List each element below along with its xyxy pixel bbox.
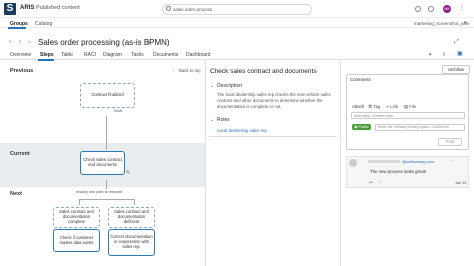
tab-steps[interactable]: Steps (40, 52, 54, 58)
branch-left-line (79, 199, 80, 205)
user-name[interactable]: marketing_screenshot_user (414, 21, 470, 26)
nav-row (0, 18, 474, 28)
step-heading: Check sales contract and documents (210, 68, 317, 75)
gateway-label: exactly one path is relevant (76, 190, 123, 194)
tab-catalog[interactable]: Catalog (35, 21, 52, 27)
pin-icon[interactable]: ✦ (428, 52, 432, 58)
next-step-a[interactable]: Check if customer master data exists (53, 229, 100, 252)
divider (209, 136, 337, 137)
document-icon: ✎ (126, 170, 131, 176)
previous-step-box[interactable]: Contract finalized (80, 83, 135, 108)
current-label: Current (10, 151, 30, 157)
favorite-star-icon[interactable]: ★ (146, 40, 150, 46)
chevron-down-icon[interactable]: ⌄ (210, 83, 214, 89)
unfollow-button[interactable]: Unfollow (442, 65, 470, 74)
globe-icon: ◉ (354, 125, 358, 129)
comments-label: Comments (350, 77, 371, 82)
like-icon[interactable]: ♡ (378, 180, 382, 186)
next-event-b[interactable]: Sales contract and documentation deficie… (108, 207, 155, 228)
notifications-icon[interactable] (428, 6, 434, 12)
chevron-down-icon[interactable]: ⌄ (210, 117, 214, 123)
brand-subtitle: Published content (36, 5, 80, 11)
home-icon[interactable]: ⌂ (28, 39, 31, 45)
link-icon: ∞ (386, 104, 390, 109)
next-step-b[interactable]: Correct documentation in cooperation wit… (108, 229, 155, 256)
current-step-box[interactable]: Check sales contract and documents (80, 151, 125, 175)
tab-dashboard[interactable]: Dashboard (186, 52, 210, 58)
tag-button[interactable]: ⌘ Tag (368, 104, 380, 110)
roles-label[interactable]: Roles (217, 117, 230, 123)
brand-name: ARIS (20, 5, 35, 11)
description-text: The local dealership sales rep checks th… (217, 92, 331, 109)
more-options-icon[interactable]: ⋯ (449, 158, 454, 164)
current-step-label: Check sales contract and documents (83, 157, 122, 167)
comment-text: The new process looks great! (370, 169, 427, 174)
search-icon (166, 6, 171, 11)
commenter-avatar (349, 159, 357, 167)
tab-table[interactable]: Table (61, 52, 73, 58)
comment-date: Jan 19 (455, 181, 467, 185)
comment-author[interactable]: @softwareag.com (402, 159, 434, 164)
tab-overview[interactable]: Overview (10, 52, 31, 58)
expand-icon[interactable]: ⤢ (454, 39, 459, 45)
tab-raci[interactable]: RACI (84, 52, 96, 58)
avatar[interactable]: MB (443, 5, 451, 13)
privacy-placeholder: Enter the relevant privacy option. Confi… (378, 125, 449, 129)
file-icon: ▤ (404, 104, 409, 109)
back-to-top-link[interactable]: Back to top (179, 68, 201, 73)
aris-logo[interactable]: S (4, 3, 16, 15)
redacted-name (368, 160, 400, 163)
reply-icon[interactable]: ↩ (369, 180, 373, 186)
file-label: File (409, 104, 417, 109)
previous-label: Previous (10, 68, 34, 74)
connector-line-2 (106, 180, 107, 189)
attach-label: Attach (352, 104, 365, 109)
help-icon[interactable] (415, 6, 421, 12)
forward-arrow-icon[interactable]: › (19, 39, 21, 45)
description-label[interactable]: Description (217, 83, 242, 89)
share-icon[interactable]: ⇪ (442, 52, 446, 58)
branch-line (79, 199, 135, 200)
chevron-down-icon[interactable]: ▾ (464, 20, 467, 26)
active-nav-indicator (8, 27, 26, 29)
tag-icon: ⌘ (368, 104, 373, 109)
previous-step-label: Contract finalized (91, 92, 124, 98)
connector-line (106, 116, 107, 150)
post-button[interactable]: Post (438, 138, 462, 146)
next-event-a[interactable]: Sales contract and documentation complet… (53, 207, 100, 228)
search-value[interactable]: sales order process (173, 7, 212, 12)
branch-right-line (134, 199, 135, 205)
file-button[interactable]: ▤ File (404, 104, 416, 110)
back-arrow-icon[interactable]: ‹ (9, 39, 11, 45)
comments-icon[interactable]: ▣ (457, 51, 463, 57)
next-step-b-label: Correct documentation in cooperation wit… (110, 234, 153, 249)
arrow-up-icon[interactable]: ↑ (172, 68, 175, 74)
public-badge[interactable]: ◉ Public (352, 124, 371, 130)
start-label: Start (114, 109, 123, 113)
apps-grid-icon[interactable]: ⋮ (459, 5, 465, 11)
tab-tasks[interactable]: Tasks (131, 52, 144, 58)
next-event-b-label: Sales contract and documentation deficie… (114, 209, 149, 224)
public-label: Public (358, 125, 369, 129)
link-label: Link (390, 104, 399, 109)
next-step-a-label: Check if customer master data exists (59, 234, 94, 245)
tag-label: Tag (373, 104, 381, 109)
next-label: Next (10, 191, 22, 197)
reply-placeholder: Add reply. Confirm with (354, 113, 393, 118)
tab-diagram[interactable]: Diagram (103, 52, 122, 58)
next-event-a-label: Sales contract and documentation complet… (59, 209, 94, 224)
link-button[interactable]: ∞ Link (386, 104, 398, 109)
role-link[interactable]: Local dealership sales rep (217, 128, 267, 133)
tab-documents[interactable]: Documents (153, 52, 178, 58)
